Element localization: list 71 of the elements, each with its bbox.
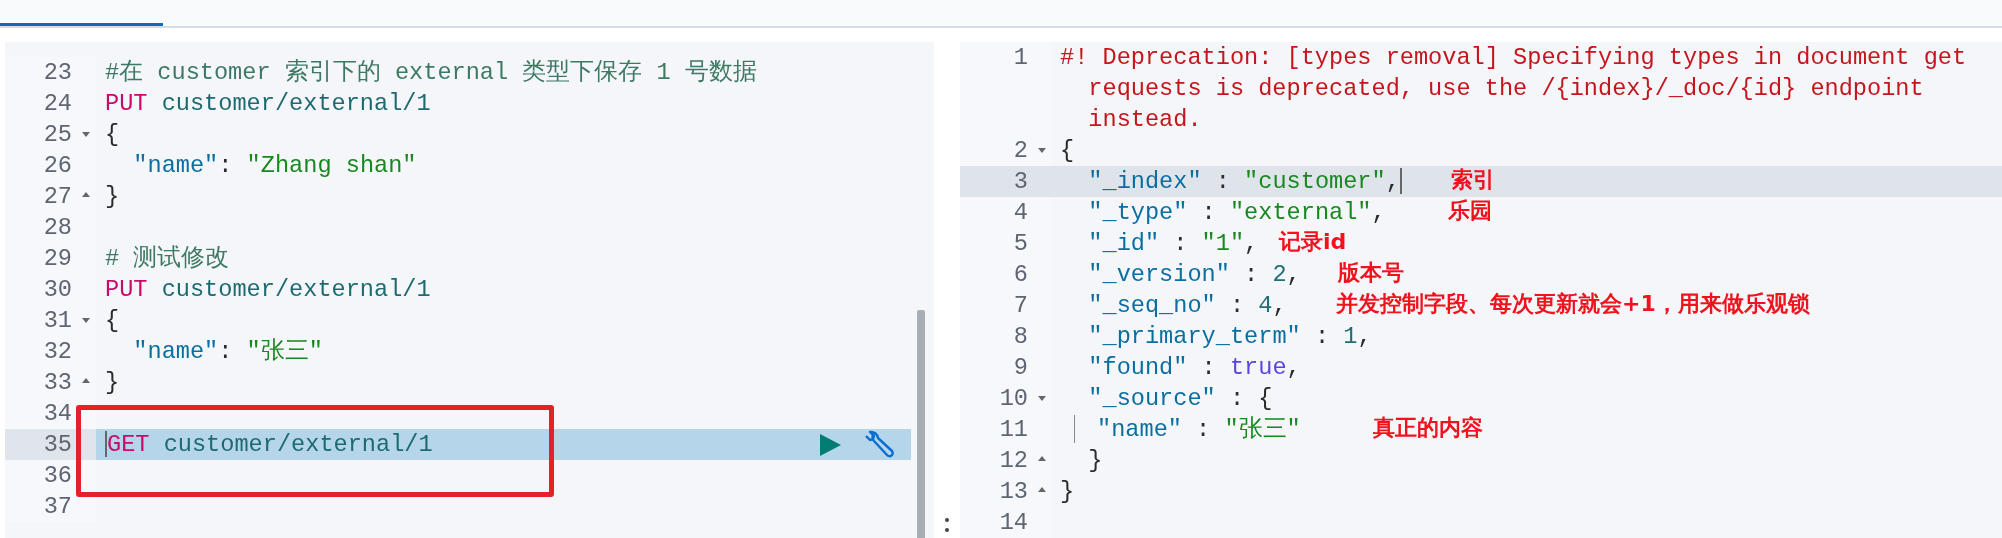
line-number: 12 (999, 447, 1028, 474)
fold-arrow-icon[interactable] (82, 192, 90, 197)
annotation-text: 真正的内容 (1373, 414, 1483, 442)
fold-arrow-icon[interactable] (82, 132, 90, 137)
line-number: 6 (1013, 261, 1028, 288)
line-number: 37 (43, 493, 72, 520)
code-line: "name" : "张三" (1097, 415, 1301, 445)
code-line: { (105, 306, 120, 336)
code-line: { (1060, 136, 1076, 166)
line-number: 13 (999, 478, 1028, 505)
annotation-text: 版本号 (1338, 259, 1404, 287)
line-number: 24 (43, 90, 72, 117)
code-line: "_index" : "customer", (1087, 167, 1400, 197)
code-line: GET customer/external/1 (107, 430, 433, 460)
fold-arrow-icon[interactable] (1038, 456, 1046, 461)
fold-arrow-icon[interactable] (82, 318, 90, 323)
resize-handle-icon[interactable] (945, 518, 949, 532)
code-line: "name": "Zhang shan" (132, 151, 417, 181)
line-number: 1 (1013, 44, 1028, 71)
line-number: 34 (43, 400, 72, 427)
code-line: } (1087, 446, 1103, 476)
annotation-text: 索引 (1451, 166, 1495, 194)
scrollbar[interactable] (917, 310, 925, 538)
code-line: "_id" : "1", (1087, 229, 1259, 259)
line-number: 32 (43, 338, 72, 365)
code-line: #! Deprecation: [types removal] Specifying types in document get requests is deprecated, use the /{index}/_doc/{id} endpoint instead. (1060, 43, 1968, 135)
line-number: 3 (1013, 168, 1028, 195)
code-line: "found" : true, (1087, 353, 1301, 383)
annotation-text: 记录id (1279, 228, 1347, 256)
line-number: 33 (43, 369, 72, 396)
fold-arrow-icon[interactable] (1038, 148, 1046, 153)
code-line: } (105, 368, 120, 398)
code-line: #在 customer 索引下的 external 类型下保存 1 号数据 (105, 58, 757, 88)
line-number: 27 (43, 183, 72, 210)
line-number: 23 (43, 59, 72, 86)
code-line: # 测试修改 (105, 244, 230, 274)
code-line: "name": "张三" (132, 337, 323, 367)
line-number: 26 (43, 152, 72, 179)
fold-arrow-icon[interactable] (82, 378, 90, 383)
annotation-text: 乐园 (1448, 197, 1492, 225)
line-number: 5 (1013, 230, 1028, 257)
play-icon[interactable] (818, 432, 842, 457)
annotation-text: 并发控制字段、每次更新就会+1，用来做乐观锁 (1336, 290, 1810, 318)
line-number: 8 (1013, 323, 1028, 350)
wrench-icon[interactable] (865, 429, 897, 460)
code-line: PUT customer/external/1 (105, 275, 431, 305)
line-number: 2 (1013, 137, 1028, 164)
code-line: { (105, 120, 120, 150)
code-line: } (105, 182, 120, 212)
line-number: 10 (999, 385, 1028, 412)
code-line: "_primary_term" : 1, (1087, 322, 1372, 352)
line-number: 30 (43, 276, 72, 303)
code-line: PUT customer/external/1 (105, 89, 431, 119)
code-line: "_version" : 2, (1087, 260, 1301, 290)
line-number: 7 (1013, 292, 1028, 319)
code-line: "_type" : "external", (1087, 198, 1386, 228)
line-number: 35 (43, 431, 72, 458)
code-line: "_source" : { (1087, 384, 1273, 414)
line-number: 11 (999, 416, 1028, 443)
line-number: 36 (43, 462, 72, 489)
code-line: "_seq_no" : 4, (1087, 291, 1287, 321)
line-number: 28 (43, 214, 72, 241)
line-number: 9 (1013, 354, 1028, 381)
line-number: 25 (43, 121, 72, 148)
fold-arrow-icon[interactable] (1038, 487, 1046, 492)
fold-arrow-icon[interactable] (1038, 396, 1046, 401)
line-number: 4 (1013, 199, 1028, 226)
line-number: 29 (43, 245, 72, 272)
line-number: 31 (43, 307, 72, 334)
code-line: } (1060, 477, 1076, 507)
line-number: 14 (999, 509, 1028, 536)
